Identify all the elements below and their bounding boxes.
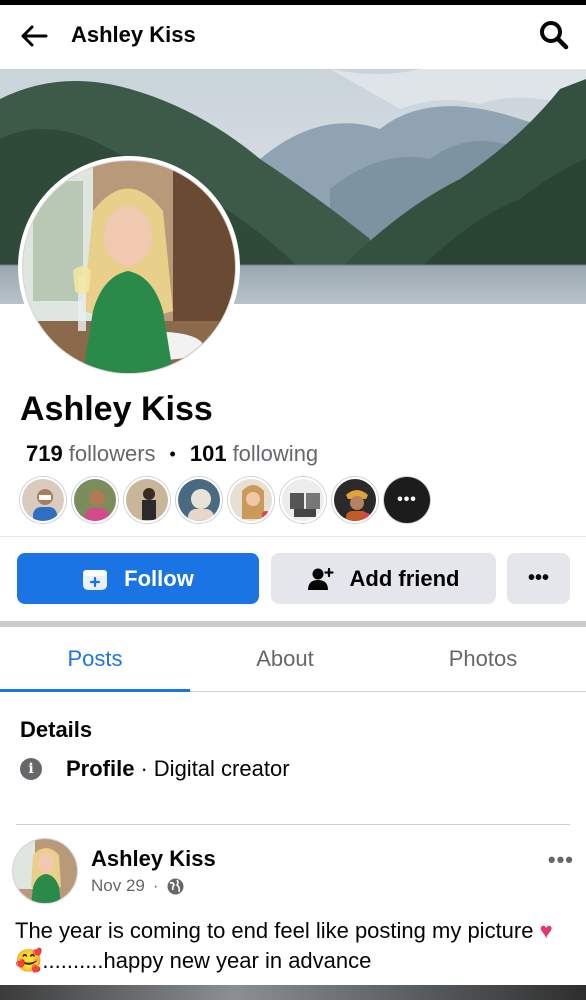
details-profile-row: i Profile · Digital creator xyxy=(20,756,290,782)
add-person-icon xyxy=(307,567,334,591)
add-friend-label: Add friend xyxy=(349,565,460,591)
follow-stats[interactable]: 719 followers • 101 following xyxy=(26,441,318,467)
tab-label: About xyxy=(256,646,314,671)
profile-name: Ashley Kiss xyxy=(20,390,213,428)
arrow-left-icon xyxy=(21,25,48,47)
tab-photos[interactable]: Photos xyxy=(380,627,586,691)
follower-avatar[interactable] xyxy=(20,477,66,523)
follower-avatar[interactable] xyxy=(332,477,378,523)
search-icon xyxy=(540,21,569,50)
divider xyxy=(0,536,586,537)
post-meta: Nov 29 · xyxy=(91,876,184,896)
post-image[interactable] xyxy=(0,985,586,1000)
profile-avatar[interactable] xyxy=(18,156,240,378)
smiling-face-emoji: 🥰 xyxy=(15,948,43,973)
info-icon: i xyxy=(20,758,42,780)
top-bar: Ashley Kiss xyxy=(0,5,586,67)
search-button[interactable] xyxy=(536,17,572,53)
following-count: 101 xyxy=(189,441,227,466)
post-author-name[interactable]: Ashley Kiss xyxy=(91,846,216,872)
heart-emoji: ♥ xyxy=(539,918,553,943)
post-options-button[interactable]: ••• xyxy=(548,847,574,873)
tab-label: Posts xyxy=(67,646,123,671)
post-body: The year is coming to end feel like post… xyxy=(15,916,575,976)
add-friend-button[interactable]: Add friend xyxy=(271,553,496,604)
active-tab-indicator xyxy=(0,689,190,692)
more-options-button[interactable]: ••• xyxy=(507,553,570,604)
details-heading: Details xyxy=(20,717,93,742)
tab-label: Photos xyxy=(448,646,518,671)
post-date[interactable]: Nov 29 xyxy=(91,876,145,896)
follow-button[interactable]: Follow xyxy=(17,553,259,604)
divider xyxy=(16,824,570,825)
profile-type-label: Profile xyxy=(66,756,135,781)
follower-avatars[interactable]: ••• xyxy=(20,477,430,523)
post-text-part2: ..........happy new year in advance xyxy=(42,948,372,973)
profile-type-value: Digital creator xyxy=(153,756,290,781)
more-followers-button[interactable]: ••• xyxy=(384,477,430,523)
follower-avatar[interactable] xyxy=(124,477,170,523)
post-author-avatar[interactable] xyxy=(12,838,78,904)
globe-icon xyxy=(167,878,184,894)
follow-icon xyxy=(82,567,108,591)
profile-photo-image xyxy=(23,161,235,373)
stats-separator: • xyxy=(169,443,176,464)
tab-about[interactable]: About xyxy=(190,627,380,691)
follower-avatar[interactable] xyxy=(228,477,274,523)
follower-avatar[interactable] xyxy=(280,477,326,523)
back-button[interactable] xyxy=(16,19,52,53)
follower-avatar[interactable] xyxy=(72,477,118,523)
page-title: Ashley Kiss xyxy=(71,22,196,47)
followers-count: 719 xyxy=(26,441,63,466)
profile-tabs: Posts About Photos xyxy=(0,627,586,692)
follower-avatar[interactable] xyxy=(176,477,222,523)
meta-separator: · xyxy=(152,876,159,895)
followers-label: followers xyxy=(68,441,156,466)
details-separator: · xyxy=(140,756,148,781)
tab-posts[interactable]: Posts xyxy=(0,627,190,692)
follow-label: Follow xyxy=(124,565,194,591)
post-text-part1: The year is coming to end feel like post… xyxy=(15,918,540,943)
following-label: following xyxy=(232,441,319,466)
